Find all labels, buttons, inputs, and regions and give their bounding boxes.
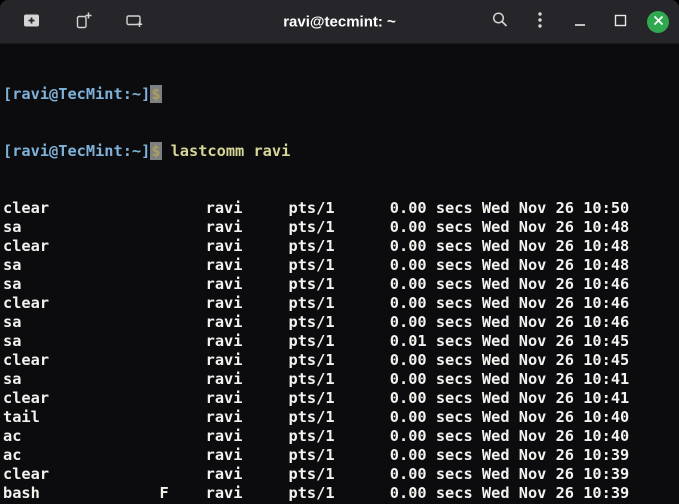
terminal-output-area[interactable]: [ravi@TecMint:~]$ [ravi@TecMint:~]$ lastc… [0, 44, 679, 504]
lastcomm-row: clear ravi pts/1 0.00 secs Wed Nov 26 10… [3, 389, 630, 407]
prompt-symbol-block: $ [150, 85, 162, 103]
lastcomm-row: sa ravi pts/1 0.01 secs Wed Nov 26 10:45 [3, 332, 630, 350]
minimize-icon [574, 12, 586, 31]
close-button[interactable] [647, 10, 669, 33]
new-window-button[interactable] [18, 9, 44, 35]
window-title: ravi@tecmint: ~ [283, 13, 396, 30]
lastcomm-row: sa ravi pts/1 0.00 secs Wed Nov 26 10:46 [3, 313, 630, 331]
lastcomm-row: tail ravi pts/1 0.00 secs Wed Nov 26 10:… [3, 408, 630, 426]
new-tab-button[interactable] [70, 9, 96, 35]
prompt-line: [ravi@TecMint:~]$ [3, 85, 679, 104]
lastcomm-row: bash F ravi pts/1 0.00 secs Wed Nov 26 1… [3, 484, 630, 502]
lastcomm-row: clear ravi pts/1 0.00 secs Wed Nov 26 10… [3, 465, 630, 483]
lastcomm-row: sa ravi pts/1 0.00 secs Wed Nov 26 10:48 [3, 218, 630, 236]
magnifier-icon [491, 11, 509, 32]
lastcomm-row: clear ravi pts/1 0.00 secs Wed Nov 26 10… [3, 294, 630, 312]
shell-prompt: [ravi@TecMint:~] [3, 142, 151, 160]
shell-prompt: [ravi@TecMint:~] [3, 85, 151, 103]
titlebar: ravi@tecmint: ~ [0, 0, 679, 44]
minimize-button[interactable] [567, 9, 593, 35]
new-tab-icon [75, 12, 92, 32]
command-line: [ravi@TecMint:~]$ lastcomm ravi [3, 142, 679, 161]
lastcomm-row: clear ravi pts/1 0.00 secs Wed Nov 26 10… [3, 199, 630, 217]
menu-button[interactable] [527, 9, 553, 35]
typed-command: lastcomm ravi [170, 142, 291, 160]
titlebar-left-actions [18, 9, 148, 35]
new-terminal-tab-button[interactable] [122, 9, 148, 35]
new-terminal-tab-icon [126, 13, 144, 31]
lastcomm-row: sa ravi pts/1 0.00 secs Wed Nov 26 10:41 [3, 370, 630, 388]
maximize-button[interactable] [607, 9, 633, 35]
lastcomm-row: ac ravi pts/1 0.00 secs Wed Nov 26 10:39 [3, 446, 630, 464]
lastcomm-row: clear ravi pts/1 0.00 secs Wed Nov 26 10… [3, 237, 630, 255]
maximize-icon [614, 14, 627, 30]
titlebar-right-actions [487, 9, 669, 35]
prompt-symbol-block: $ [150, 142, 162, 160]
search-button[interactable] [487, 9, 513, 35]
kebab-menu-icon [537, 11, 543, 32]
lastcomm-row: ac ravi pts/1 0.00 secs Wed Nov 26 10:40 [3, 427, 630, 445]
lastcomm-row: sa ravi pts/1 0.00 secs Wed Nov 26 10:46 [3, 275, 630, 293]
lastcomm-row: clear ravi pts/1 0.00 secs Wed Nov 26 10… [3, 351, 630, 369]
new-window-icon [23, 13, 40, 31]
close-icon [653, 14, 664, 29]
lastcomm-output: clear ravi pts/1 0.00 secs Wed Nov 26 10… [3, 199, 679, 504]
terminal-window: ravi@tecmint: ~ [ravi@TecMint:~]$ [ravi@… [0, 0, 679, 504]
lastcomm-row: sa ravi pts/1 0.00 secs Wed Nov 26 10:48 [3, 256, 630, 274]
